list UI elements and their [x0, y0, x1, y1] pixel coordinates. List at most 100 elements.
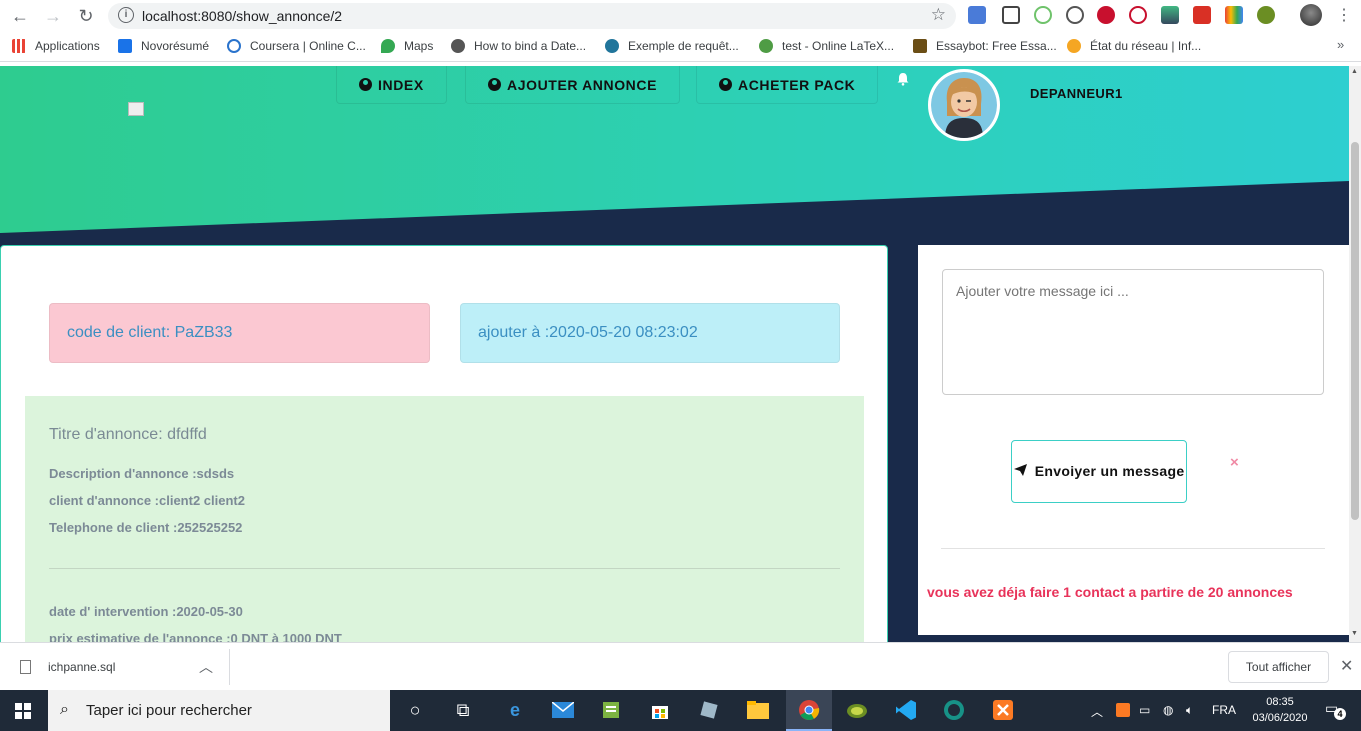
download-bar: ichpanne.sql ︿ Tout afficher ✕	[0, 642, 1361, 690]
page-scrollbar[interactable]: ▲ ▼	[1349, 66, 1361, 642]
close-icon[interactable]: ✕	[1340, 656, 1353, 676]
scroll-up-icon[interactable]: ▲	[1351, 68, 1358, 75]
translate-extension-icon[interactable]	[968, 6, 986, 24]
apps-grid-icon	[12, 39, 26, 53]
app-icon[interactable]	[697, 698, 721, 722]
annonce-price: prix estimative de l'annonce :0 DNT à 10…	[49, 631, 342, 642]
nav-index-label: INDEX	[378, 76, 424, 93]
bookmarks-bar: Applications Novorésumé Coursera | Onlin…	[0, 32, 1361, 62]
browser-menu-icon[interactable]: ⋮	[1336, 5, 1352, 25]
bookmark-label: Novorésumé	[141, 39, 210, 53]
shield-extension-icon[interactable]	[1002, 6, 1020, 24]
network-icon[interactable]: ◍	[1163, 703, 1173, 717]
red-extension-icon[interactable]	[1193, 6, 1211, 24]
coursera-icon	[227, 39, 241, 53]
chevron-up-icon[interactable]: ︿	[199, 657, 213, 677]
cortana-icon[interactable]: ○	[403, 698, 427, 722]
send-message-label: Envoiyer un message	[1034, 463, 1185, 479]
page-viewport: INDEX AJOUTER ANNONCE ACHETER PACK DEPAN…	[0, 66, 1349, 642]
notification-count: 4	[1334, 708, 1346, 720]
avatar[interactable]	[928, 69, 1000, 141]
contact-count-alert: vous avez déja faire 1 contact a partire…	[927, 584, 1293, 600]
taskbar-search[interactable]: ⌕ Taper ici pour rechercher	[48, 690, 390, 731]
close-icon[interactable]: ×	[1230, 454, 1239, 471]
adblock-extension-icon[interactable]	[1097, 6, 1115, 24]
scroll-down-icon[interactable]: ▼	[1351, 630, 1358, 637]
nav-index[interactable]: INDEX	[336, 66, 447, 104]
download-item[interactable]: ichpanne.sql	[20, 660, 115, 674]
globe-app-icon[interactable]	[845, 698, 869, 722]
bookmark-label: Essaybot: Free Essa...	[936, 39, 1057, 53]
profile-avatar[interactable]	[1300, 4, 1322, 26]
show-all-button[interactable]: Tout afficher	[1228, 651, 1329, 683]
bookmark-label: Exemple de requêt...	[628, 39, 739, 53]
taskbar-search-placeholder: Taper ici pour rechercher	[86, 702, 252, 719]
battery-icon[interactable]: ▭	[1139, 703, 1150, 717]
vscode-icon[interactable]	[894, 698, 918, 722]
essaybot-icon	[913, 39, 927, 53]
windows-logo-icon	[15, 702, 31, 719]
forward-arrow-icon[interactable]: →	[41, 4, 65, 28]
globe-icon	[451, 39, 465, 53]
nav-acheter-pack[interactable]: ACHETER PACK	[696, 66, 879, 104]
bookmark-star-icon[interactable]: ☆	[931, 5, 946, 25]
nodejs-extension-icon[interactable]	[1034, 6, 1052, 24]
annonce-title: Titre d'annonce: dfdffd	[49, 426, 207, 443]
language-indicator[interactable]: FRA	[1212, 703, 1236, 717]
bookmark-label: Applications	[35, 39, 100, 53]
maps-icon	[381, 39, 395, 53]
xampp-icon[interactable]	[991, 698, 1015, 722]
gitkraken-icon[interactable]	[942, 698, 966, 722]
blocker-extension-icon[interactable]	[1129, 6, 1147, 24]
bookmark-item[interactable]: test - Online LaTeX...	[759, 39, 894, 53]
bookmark-item[interactable]: État du réseau | Inf...	[1067, 39, 1201, 53]
novoresume-icon	[118, 39, 132, 53]
tray-expand-icon[interactable]: ︿	[1091, 703, 1103, 720]
scrollbar-thumb[interactable]	[1351, 142, 1359, 520]
bookmark-item[interactable]: Coursera | Online C...	[227, 39, 366, 53]
url-text[interactable]: localhost:8080/show_annonce/2	[142, 8, 342, 24]
file-explorer-icon[interactable]	[746, 698, 770, 722]
bookmarks-more-icon[interactable]: »	[1337, 37, 1344, 52]
bell-icon[interactable]	[896, 72, 910, 86]
bookmark-item[interactable]: Novorésumé	[118, 39, 209, 53]
address-bar[interactable]: i localhost:8080/show_annonce/2 ☆	[108, 3, 956, 29]
annonce-card: code de client: PaZB33 ajouter à :2020-0…	[0, 245, 888, 642]
volume-icon[interactable]: 🔈︎	[1186, 703, 1193, 718]
paper-plane-icon	[1013, 464, 1027, 476]
overleaf-icon	[759, 39, 773, 53]
nav-ajouter-annonce[interactable]: AJOUTER ANNONCE	[465, 66, 681, 104]
back-arrow-icon[interactable]: ←	[8, 4, 32, 28]
user-circle-icon	[488, 78, 501, 91]
globe-extension-icon[interactable]	[1257, 6, 1275, 24]
vue-devtools-icon[interactable]	[1161, 6, 1179, 24]
reload-icon[interactable]: ↻	[74, 4, 98, 28]
bookmark-item[interactable]: Maps	[381, 39, 433, 53]
username[interactable]: DEPANNEUR1	[1030, 86, 1123, 101]
notifications-icon[interactable]: ▭ 4	[1325, 700, 1346, 720]
bookmark-item[interactable]: Essaybot: Free Essa...	[913, 39, 1057, 53]
wordpress-icon	[605, 39, 619, 53]
message-textarea[interactable]	[942, 269, 1324, 395]
download-filename: ichpanne.sql	[48, 660, 116, 674]
system-clock[interactable]: 08:35 03/06/2020	[1240, 694, 1320, 726]
bookmark-item[interactable]: How to bind a Date...	[451, 39, 586, 53]
code-extension-icon[interactable]	[1066, 6, 1084, 24]
bookmark-item[interactable]: Exemple de requêt...	[605, 39, 739, 53]
store-icon[interactable]	[648, 698, 672, 722]
windows-start-button[interactable]	[0, 690, 46, 731]
mail-icon[interactable]	[551, 698, 575, 722]
search-icon: ⌕	[60, 701, 69, 718]
nav-ajouter-annonce-label: AJOUTER ANNONCE	[507, 76, 658, 93]
task-view-icon[interactable]: ⧉	[451, 698, 475, 722]
notepad-icon[interactable]	[599, 698, 623, 722]
chrome-icon[interactable]	[797, 698, 821, 722]
edge-icon[interactable]: e	[503, 698, 527, 722]
bookmark-label: Coursera | Online C...	[250, 39, 366, 53]
colorpicker-extension-icon[interactable]	[1225, 6, 1243, 24]
site-info-icon[interactable]: i	[118, 7, 134, 23]
xampp-tray-icon[interactable]	[1116, 703, 1130, 717]
bookmark-item[interactable]: Applications	[12, 39, 100, 53]
send-message-button[interactable]: Envoiyer un message	[1011, 440, 1187, 503]
annonce-client: client d'annonce :client2 client2	[49, 493, 245, 508]
